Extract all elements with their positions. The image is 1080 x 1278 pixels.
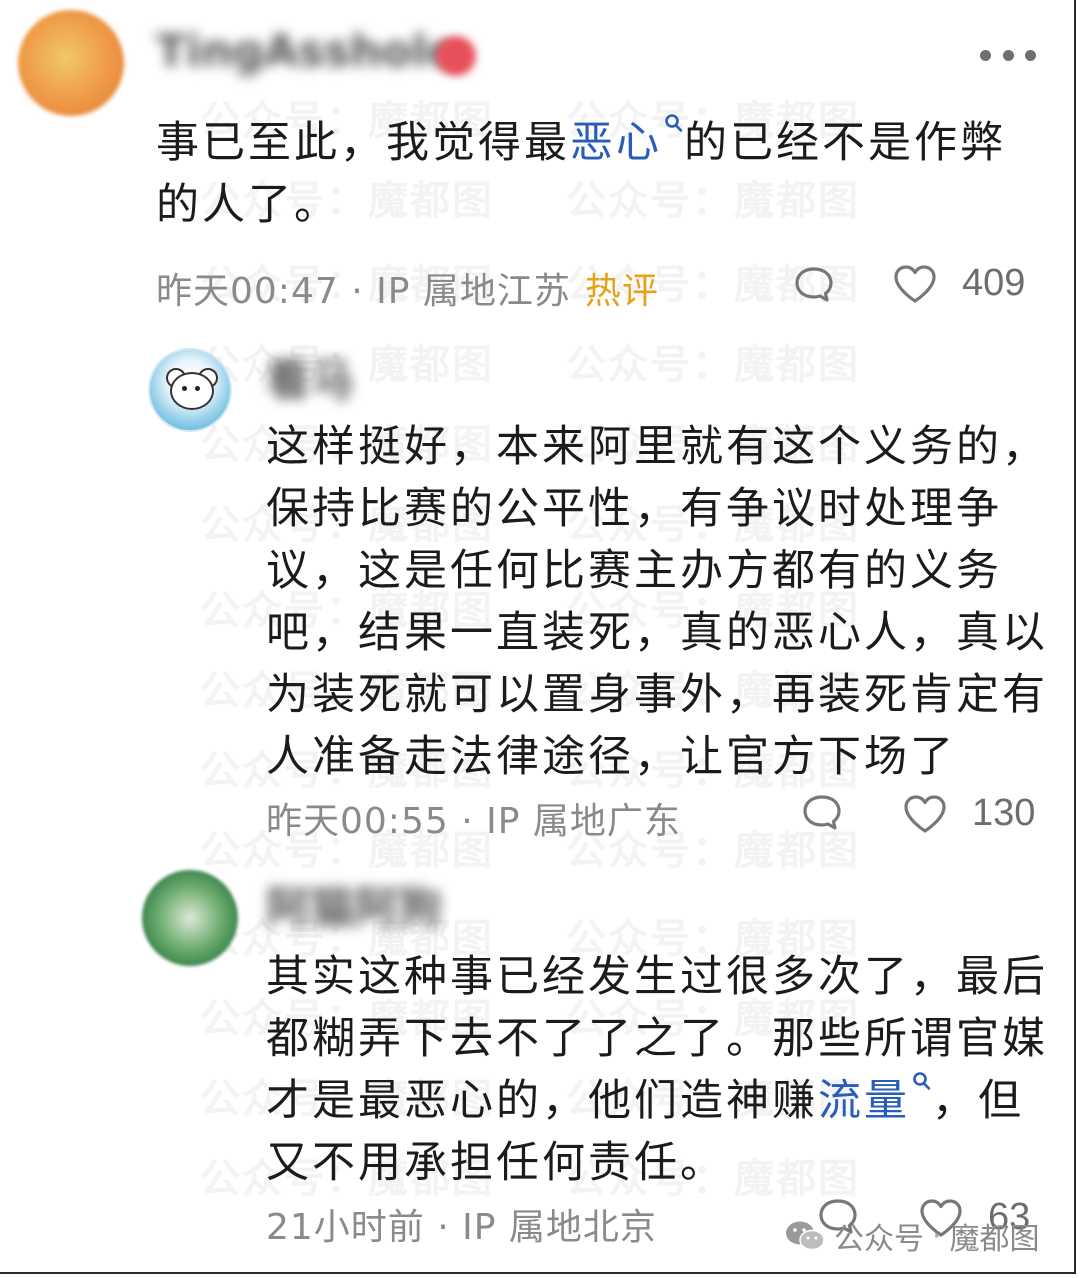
brand-prefix: 公众号 [834,1222,924,1257]
comment-text: 其实这种事已经发生过很多次了，最后都糊弄下去不了了之了。那些所谓官媒才是最恶心的… [266,952,1048,1188]
comment-time: 昨天00:55 [266,801,449,842]
keyword-link[interactable]: 流量 [818,1072,932,1126]
username[interactable]: 阿猫阿狗 [266,872,442,936]
heart-icon [904,794,946,833]
comment-text: 这样挺好，本来阿里就有这个义务的，保持比赛的公平性，有争议时处理争议，这是任何比… [266,422,1048,782]
brand-name: 魔都图 [949,1222,1040,1257]
user-badge-icon [436,36,476,76]
keyword-link[interactable]: 恶心 [570,114,684,168]
like-button[interactable]: 409 [892,262,1025,305]
more-dots-icon[interactable] [980,44,1036,66]
comment-time: 昨天00:47 [156,271,339,312]
like-button[interactable]: 130 [902,792,1035,835]
avatar[interactable] [148,348,232,432]
hot-comment-tag: 热评 [584,271,659,312]
avatar[interactable] [142,870,238,966]
avatar[interactable] [18,10,124,116]
brand-watermark: 公众号 · 魔都图 [784,1214,1040,1258]
comment-time: 21小时前 [266,1207,425,1248]
heart-icon [894,264,936,303]
ip-location: IP 属地江苏 [376,271,571,312]
comment-meta: 昨天00:55 · IP 属地广东 [266,801,681,842]
search-icon [665,114,683,132]
comment-bubble-icon[interactable] [802,794,842,830]
comment-meta: 昨天00:47 · IP 属地江苏 热评 [156,271,659,312]
comment-bubble-icon[interactable] [794,266,834,302]
like-count: 409 [962,262,1026,304]
comment-text: 事已至此，我觉得最恶心 的已经不是作弊的人了。 [156,112,1046,236]
username[interactable]: TingAsshole [156,26,457,77]
brand-separator: · [932,1218,942,1254]
ip-location: IP 属地广东 [486,801,681,842]
username[interactable]: 看马 [266,344,354,408]
search-icon [913,1072,931,1090]
like-count: 130 [972,792,1036,834]
wechat-icon [786,1221,825,1251]
ip-location: IP 属地北京 [462,1207,657,1248]
comment-meta: 21小时前 · IP 属地北京 [266,1207,657,1248]
